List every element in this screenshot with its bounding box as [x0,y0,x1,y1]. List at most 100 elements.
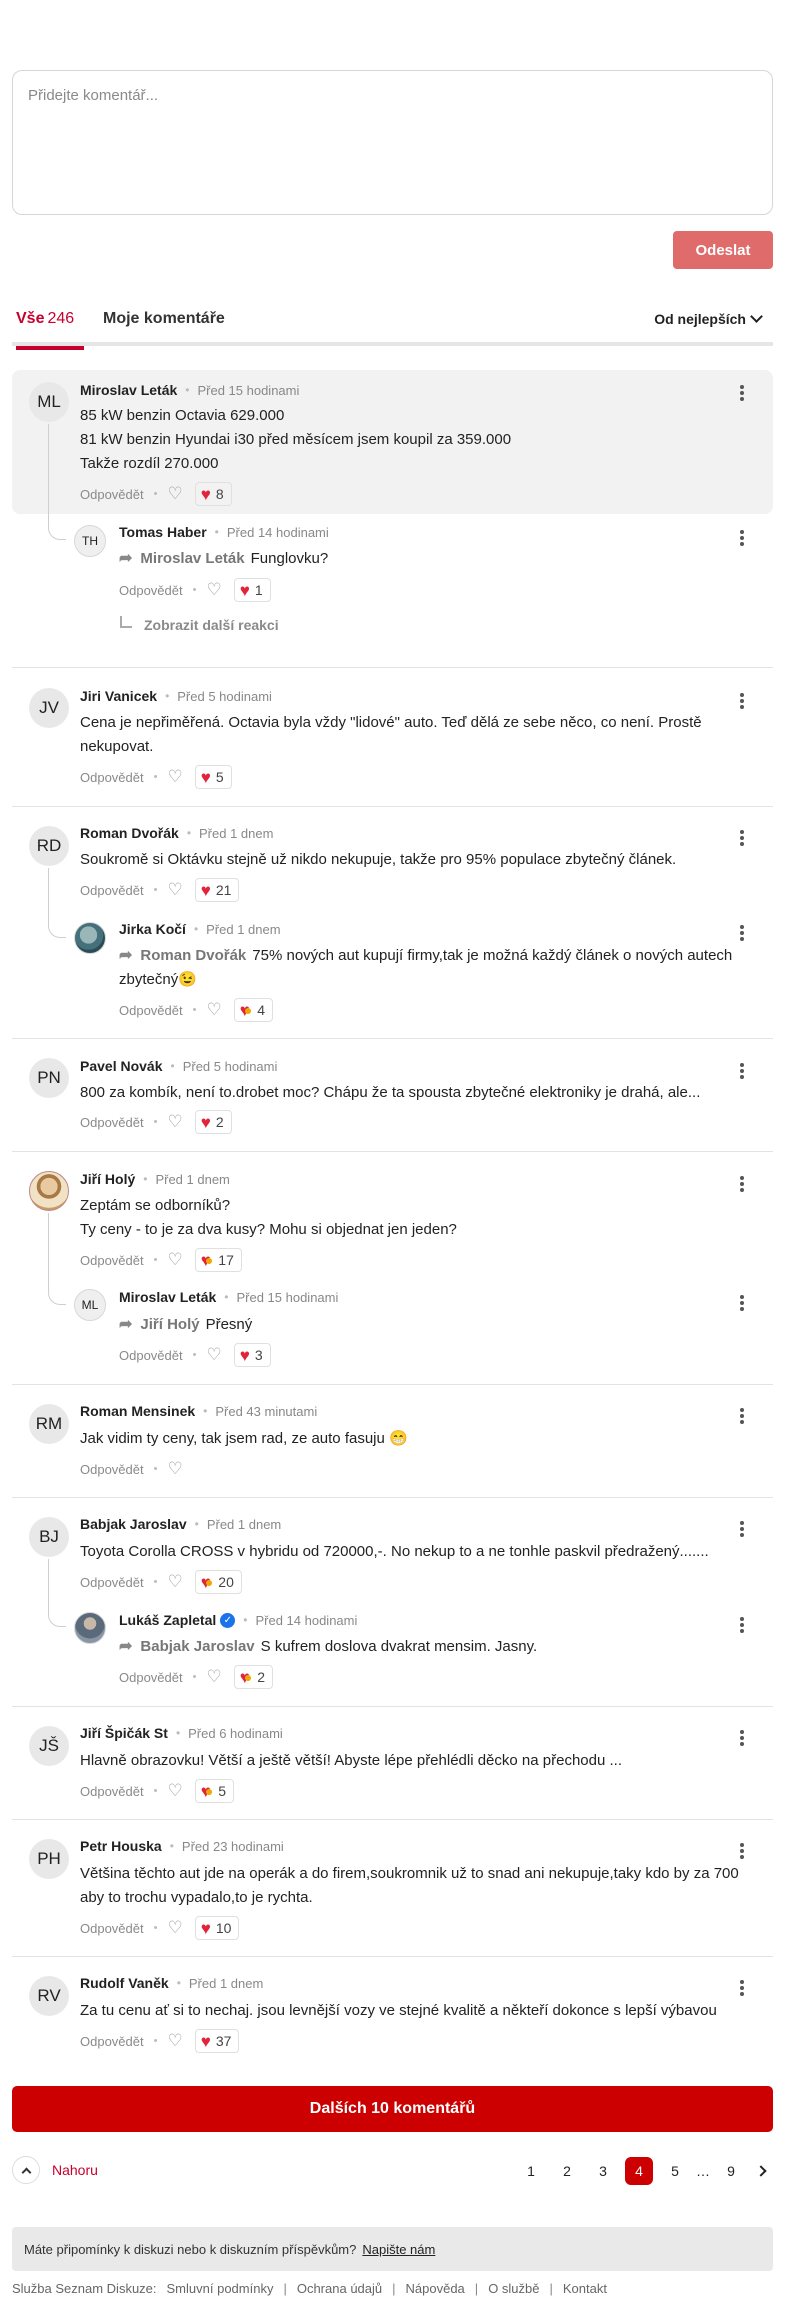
send-button[interactable]: Odeslat [673,231,773,269]
reply-button[interactable]: Odpovědět [80,1115,144,1130]
page-link[interactable]: 2 [549,2163,585,2179]
show-more-replies[interactable]: Zobrazit další reakci [120,616,279,633]
reply-button[interactable]: Odpovědět [119,1670,183,1685]
reactions-badge[interactable]: ♥ 21 [194,878,240,902]
reactions-badge[interactable]: ♥ 3 [233,1343,271,1367]
footer-link-privacy[interactable]: Ochrana údajů [297,2281,382,2296]
avatar[interactable]: RV [29,1976,69,2016]
author-name[interactable]: Pavel Novák [80,1058,163,1074]
heart-outline-icon[interactable]: ♡ [167,1112,182,1132]
reactions-badge[interactable]: ♥ 5 [194,765,232,789]
more-options-icon[interactable] [732,1060,752,1082]
tab-all[interactable]: Vše 246 [16,310,84,350]
heart-outline-icon[interactable]: ♡ [167,2031,182,2051]
author-name[interactable]: Roman Dvořák [80,825,179,841]
author-name[interactable]: Jiri Vanicek [80,688,157,704]
reactions-badge[interactable]: ♥ ● 20 [194,1570,242,1594]
footer-link-help[interactable]: Nápověda [406,2281,465,2296]
reply-button[interactable]: Odpovědět [80,1784,144,1799]
avatar[interactable]: ML [74,1289,106,1321]
page-link[interactable]: 9 [713,2163,749,2179]
author-name[interactable]: Miroslav Leták [80,382,177,398]
avatar[interactable] [29,1171,69,1211]
heart-outline-icon[interactable]: ♡ [167,1572,182,1592]
more-options-icon[interactable] [732,1173,752,1195]
reply-button[interactable]: Odpovědět [80,1462,144,1477]
heart-outline-icon[interactable]: ♡ [206,1345,221,1365]
reply-to-name[interactable]: Miroslav Leták [140,550,244,567]
reactions-badge[interactable]: ♥ 1 [233,578,271,602]
footer-link-contact[interactable]: Kontakt [563,2281,607,2296]
reactions-badge[interactable]: ♥ 37 [194,2029,240,2053]
avatar[interactable]: PH [29,1839,69,1879]
avatar[interactable]: PN [29,1058,69,1098]
more-options-icon[interactable] [732,1405,752,1427]
reactions-badge[interactable]: ♥ ● 17 [194,1248,242,1272]
heart-outline-icon[interactable]: ♡ [206,1000,221,1020]
page-link[interactable]: 5 [657,2163,693,2179]
reactions-badge[interactable]: ♥ 2 [194,1110,232,1134]
author-name[interactable]: Rudolf Vaněk [80,1975,169,1991]
reply-button[interactable]: Odpovědět [119,583,183,598]
reply-to-name[interactable]: Babjak Jaroslav [140,1638,254,1655]
reply-button[interactable]: Odpovědět [80,1575,144,1590]
heart-outline-icon[interactable]: ♡ [167,484,182,504]
reply-to-name[interactable]: Jiří Holý [140,1316,199,1333]
more-options-icon[interactable] [732,382,752,404]
more-options-icon[interactable] [732,827,752,849]
sort-dropdown[interactable]: Od nejlepších [654,310,763,327]
reactions-badge[interactable]: ♥ ● 2 [233,1665,274,1689]
chevron-right-icon[interactable] [749,2165,773,2177]
reply-button[interactable]: Odpovědět [119,1348,183,1363]
footer-link-about[interactable]: O službě [488,2281,539,2296]
author-name[interactable]: Miroslav Leták [119,1289,216,1305]
comment-input[interactable]: Přidejte komentář... [12,70,773,215]
heart-outline-icon[interactable]: ♡ [167,1250,182,1270]
page-link[interactable]: 3 [585,2163,621,2179]
reactions-badge[interactable]: ♥ ● 5 [194,1779,235,1803]
reply-button[interactable]: Odpovědět [80,770,144,785]
more-options-icon[interactable] [732,1727,752,1749]
author-name[interactable]: Roman Mensinek [80,1403,195,1419]
reactions-badge[interactable]: ♥ 8 [194,482,232,506]
more-options-icon[interactable] [732,690,752,712]
avatar[interactable]: RM [29,1404,69,1444]
more-options-icon[interactable] [732,1840,752,1862]
reactions-badge[interactable]: ♥ ● 4 [233,998,274,1022]
reply-button[interactable]: Odpovědět [80,2034,144,2049]
avatar[interactable]: ML [29,382,69,422]
page-link[interactable]: 1 [513,2163,549,2179]
avatar[interactable]: TH [74,525,106,557]
author-name[interactable]: Babjak Jaroslav [80,1516,187,1532]
footer-link-terms[interactable]: Smluvní podmínky [167,2281,274,2296]
heart-outline-icon[interactable]: ♡ [167,1459,182,1479]
avatar[interactable]: RD [29,826,69,866]
avatar[interactable]: JŠ [29,1726,69,1766]
feedback-link[interactable]: Napište nám [362,2242,435,2257]
page-link-current[interactable]: 4 [625,2157,653,2185]
heart-outline-icon[interactable]: ♡ [167,880,182,900]
avatar[interactable] [74,922,106,954]
more-options-icon[interactable] [732,1977,752,1999]
more-options-icon[interactable] [732,1292,752,1314]
scroll-top-button[interactable]: Nahoru [12,2156,98,2184]
reply-button[interactable]: Odpovědět [80,883,144,898]
reply-button[interactable]: Odpovědět [80,1253,144,1268]
reply-button[interactable]: Odpovědět [80,1921,144,1936]
avatar[interactable]: JV [29,688,69,728]
more-options-icon[interactable] [732,1518,752,1540]
author-name[interactable]: Tomas Haber [119,524,207,540]
tab-my-comments[interactable]: Moje komentáře [103,310,225,328]
more-options-icon[interactable] [732,1614,752,1636]
author-name[interactable]: Jiří Špičák St [80,1725,168,1741]
heart-outline-icon[interactable]: ♡ [167,1918,182,1938]
reactions-badge[interactable]: ♥ 10 [194,1916,240,1940]
heart-outline-icon[interactable]: ♡ [206,1667,221,1687]
more-options-icon[interactable] [732,527,752,549]
author-name[interactable]: Jirka Kočí [119,921,186,937]
author-name[interactable]: Petr Houska [80,1838,162,1854]
reply-to-name[interactable]: Roman Dvořák [140,947,246,964]
load-more-button[interactable]: Dalších 10 komentářů [12,2086,773,2132]
author-name[interactable]: Jiří Holý [80,1171,135,1187]
more-options-icon[interactable] [732,922,752,944]
